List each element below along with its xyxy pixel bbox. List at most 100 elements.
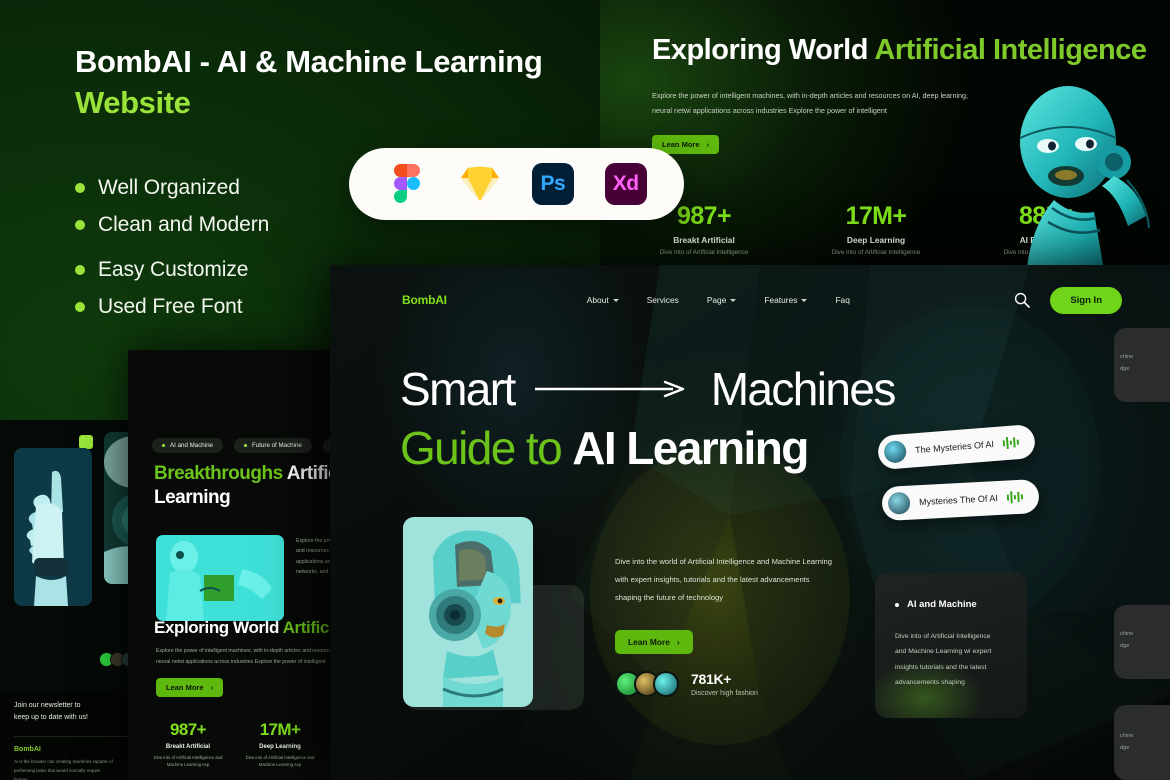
stat-number: 17M+ — [845, 202, 907, 230]
hero-image-wrap — [403, 517, 586, 707]
bullet-dot-icon — [75, 301, 85, 312]
feature-label: Clean and Modern — [98, 212, 270, 236]
top-panel-heading: Exploring World Artificial Intelligence — [652, 34, 1170, 67]
nav-item-faq[interactable]: Faq — [835, 295, 849, 305]
site-logo[interactable]: BombAI — [402, 293, 447, 307]
feature-card-title-row: AI and Machine — [895, 599, 977, 610]
robot-head-image — [1019, 86, 1150, 270]
nav-item-about[interactable]: About — [587, 295, 619, 305]
newsletter-line: keep up to date with us! — [14, 713, 88, 721]
stat-label: Breakt Artificial — [673, 235, 735, 245]
hero-body-line: Dive into the world of Artificial Intell… — [615, 557, 832, 566]
testimonial-chip-label: The Mysteries Of AI — [914, 439, 995, 456]
feature-label: Used Free Font — [98, 294, 243, 318]
waveform-icon — [1006, 491, 1023, 504]
learn-more-button[interactable]: Lean More › — [615, 630, 693, 654]
learn-more-label: Lean More — [662, 140, 700, 149]
feature-card-title: AI and Machine — [907, 599, 977, 610]
stat-sub: Dive into of Artificial Intelligence and… — [245, 755, 315, 768]
avatar — [883, 439, 908, 464]
category-chip[interactable]: Future of Machine — [234, 438, 312, 453]
screenshot-top-right: Exploring World Artificial Intelligence … — [600, 0, 1170, 270]
nav-item-page[interactable]: Page — [707, 295, 737, 305]
nav-label: Faq — [835, 295, 850, 305]
software-compatibility-pill: Ps Xd — [349, 148, 684, 220]
learn-more-button[interactable]: Lean More › — [156, 678, 224, 697]
photoshop-label: Ps — [531, 163, 574, 205]
bullet-dot-icon — [75, 182, 85, 193]
nav-item-features[interactable]: Features — [764, 295, 808, 305]
side-card-line: chine — [1120, 354, 1134, 360]
nav-label: Services — [646, 295, 679, 305]
robot-hand-image — [14, 448, 92, 606]
stat-label: Deep Learning — [259, 744, 301, 750]
side-card: chine dge — [1114, 328, 1170, 402]
hero-word-machines: Machines — [710, 363, 897, 415]
social-proof: 781K+ Discover high fashion — [615, 671, 758, 697]
feature-card-line: insights tutorials and the latest — [895, 663, 987, 671]
figma-logo — [384, 161, 430, 207]
stat-item: 987+ Breakt Artificial Dive into of Arti… — [150, 720, 226, 769]
side-card: chine dge — [1114, 705, 1170, 780]
site-navbar: BombAI About Services Page Features Faq … — [330, 279, 1170, 321]
side-card-line: dge — [1120, 643, 1130, 649]
mid-panel-cta-wrap: Lean More › — [156, 677, 224, 697]
nav-right-group: Sign In — [1014, 286, 1122, 314]
stat-sub: Dive into of Artificial Intelligence and… — [153, 755, 223, 768]
nav-label: About — [586, 295, 609, 305]
learn-more-label: Lean More — [166, 683, 204, 692]
heading-white-part: Exploring World — [154, 618, 283, 637]
stat-item: 17M+ Deep Learning Dive into of Artifici… — [820, 202, 932, 256]
search-icon[interactable] — [1014, 292, 1031, 308]
sign-in-button[interactable]: Sign In — [1050, 286, 1122, 314]
nav-links: About Services Page Features Faq — [587, 295, 850, 305]
stat-number: 17M+ — [259, 720, 301, 739]
newsletter-text: Join our newsletter to keep up to date w… — [14, 700, 88, 724]
social-proof-number: 781K+ — [691, 671, 732, 687]
nav-item-services[interactable]: Services — [647, 295, 679, 305]
avatar — [653, 671, 679, 697]
side-card-line: dge — [1120, 745, 1130, 751]
xd-label: Xd — [604, 163, 647, 205]
screenshot-main-hero: BombAI About Services Page Features Faq … — [330, 265, 1170, 780]
side-card-line: dge — [1120, 366, 1130, 372]
heading-green-part: Artificial Intelligence — [874, 34, 1147, 66]
promo-title: BombAI - AI & Machine Learning Website — [75, 42, 595, 124]
hero-green-part: Guide to — [400, 421, 563, 474]
stat-sub: Dive into of Artificial Intelligence — [831, 249, 921, 256]
xd-logo: Xd — [603, 161, 649, 207]
hero-body-line: shaping the future of technology — [615, 592, 724, 602]
accent-square — [79, 435, 93, 449]
chevron-down-icon — [801, 298, 808, 302]
avatar — [887, 491, 911, 515]
side-card-line: chine — [1120, 631, 1134, 637]
nav-label: Page — [706, 295, 727, 305]
feature-card-line: and Machine Learning wi expert — [895, 648, 992, 656]
bullet-dot-icon — [895, 602, 899, 607]
stat-sub: Dive into of Artificial Intelligence — [659, 249, 749, 256]
chevron-right-icon: › — [676, 637, 680, 647]
chip-label: AI and Machine — [170, 442, 213, 449]
stat-number: 987+ — [677, 202, 732, 230]
newsletter-line: Join our newsletter to — [14, 702, 81, 709]
chevron-right-icon: › — [706, 140, 710, 149]
hero-word-smart: Smart — [400, 363, 516, 415]
feature-card-line: advancements shaping — [895, 678, 965, 686]
photoshop-logo: Ps — [530, 161, 576, 207]
chevron-down-icon — [730, 298, 737, 302]
promo-title-line2: Website — [75, 84, 191, 120]
presentation-canvas: BombAI - AI & Machine Learning Website W… — [0, 0, 1170, 780]
hero-white-part: AI Learning — [572, 421, 809, 474]
robot-profile-image — [403, 517, 533, 707]
learn-more-label: Lean More — [628, 637, 670, 647]
waveform-icon — [1002, 436, 1020, 450]
social-proof-text: 781K+ Discover high fashion — [691, 671, 758, 697]
heading-green-part: Breakthroughs — [154, 463, 287, 484]
category-chip[interactable]: AI and Machine — [152, 438, 223, 453]
arrow-right-icon — [534, 381, 684, 398]
promo-title-line1: BombAI - AI & Machine Learning — [75, 44, 543, 79]
side-card-line: chine — [1120, 733, 1134, 739]
footer-brand: BombAI — [14, 746, 41, 753]
avatar-group — [615, 671, 679, 697]
hero-body-text: Dive into the world of Artificial Intell… — [615, 553, 885, 607]
